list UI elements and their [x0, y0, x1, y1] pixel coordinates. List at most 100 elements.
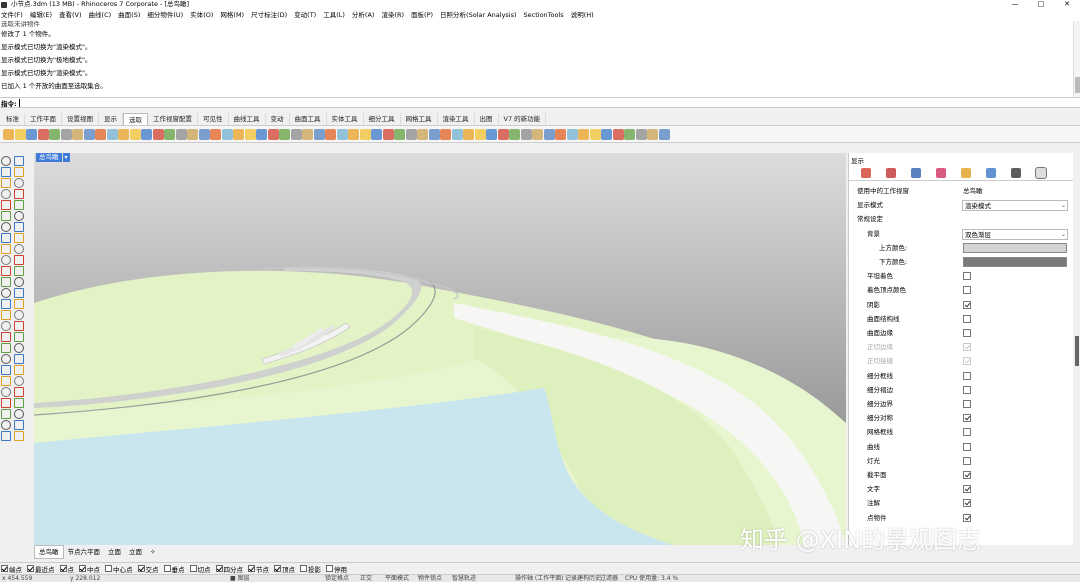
toolbar-tab[interactable]: 曲面工具 [290, 113, 327, 125]
select-tool-icon[interactable] [244, 129, 256, 140]
toolbox-icon[interactable] [1, 189, 11, 199]
osnap-checkbox[interactable] [300, 565, 307, 572]
toolbox-icon[interactable] [14, 387, 24, 397]
toolbox-icon[interactable] [1, 310, 11, 320]
menu-item[interactable]: 曲面(S) [118, 9, 140, 21]
toolbox-icon[interactable] [14, 156, 24, 166]
osnap-option[interactable]: 节点 [248, 564, 269, 574]
toolbox-icon[interactable] [1, 167, 11, 177]
select-tool-icon[interactable] [497, 129, 509, 140]
toolbox-icon[interactable] [14, 277, 24, 287]
viewport-tab[interactable]: 立面 [125, 546, 146, 558]
viewport-tab[interactable]: ✧ [146, 546, 159, 558]
toolbox-icon[interactable] [1, 211, 11, 221]
toolbox-icon[interactable] [14, 409, 24, 419]
toolbox-icon[interactable] [1, 431, 11, 441]
menu-item[interactable]: 网格(M) [220, 9, 244, 21]
osnap-option[interactable]: 交点 [137, 564, 159, 574]
color-wheel-icon[interactable] [861, 168, 871, 178]
panel-checkbox[interactable] [963, 442, 971, 451]
panel-checkbox[interactable] [963, 400, 971, 408]
status-item[interactable]: ■ 图层 [230, 575, 250, 582]
folder-icon[interactable] [961, 168, 971, 178]
toolbox-icon[interactable] [1, 222, 11, 232]
status-item[interactable]: 操作轴 (工作平面) [515, 575, 564, 582]
toolbar-tab[interactable]: 实体工具 [327, 113, 364, 125]
osnap-checkbox[interactable] [79, 565, 86, 572]
select-tool-icon[interactable] [198, 129, 210, 140]
toolbar-tab[interactable]: 显示 [99, 113, 123, 125]
toolbox-icon[interactable] [14, 266, 24, 276]
select-tool-icon[interactable] [118, 129, 129, 140]
osnap-checkbox[interactable] [105, 565, 112, 572]
panel-checkbox[interactable] [963, 286, 971, 295]
toolbox-icon[interactable] [1, 156, 11, 166]
select-tool-icon[interactable] [152, 129, 164, 140]
select-tool-icon[interactable] [417, 129, 428, 140]
toolbar-tab[interactable]: 工作视窗配置 [148, 113, 198, 125]
select-tool-icon[interactable] [382, 129, 394, 140]
menu-item[interactable]: 细分物件(U) [147, 9, 183, 21]
toolbox-icon[interactable] [1, 365, 11, 375]
panel-checkbox[interactable] [963, 456, 971, 465]
toolbox-icon[interactable] [1, 343, 11, 353]
toolbar-tab[interactable]: 细分工具 [364, 113, 401, 125]
osnap-option[interactable]: 端点 [1, 564, 22, 574]
toolbox-icon[interactable] [1, 255, 11, 265]
osnap-checkbox[interactable] [27, 565, 34, 572]
panel-scrollbar-thumb[interactable] [1075, 336, 1079, 366]
select-tool-icon[interactable] [267, 129, 279, 140]
panel-checkbox[interactable] [963, 485, 971, 494]
select-tool-icon[interactable] [440, 129, 451, 140]
select-tool-icon[interactable] [256, 129, 267, 140]
select-tool-icon[interactable] [83, 129, 95, 140]
osnap-checkbox[interactable] [59, 565, 67, 572]
toolbar-tab[interactable]: 网格工具 [401, 113, 438, 125]
status-item[interactable]: CPU 使用量: 3.4 % [625, 575, 678, 582]
select-tool-icon[interactable] [520, 129, 532, 140]
toolbox-icon[interactable] [14, 288, 24, 298]
color-swatch[interactable] [963, 257, 1067, 267]
perspective-viewport[interactable] [34, 153, 846, 545]
menu-item[interactable]: 文件(F) [1, 9, 23, 21]
select-tool-icon[interactable] [129, 129, 141, 140]
panel-checkbox[interactable] [963, 300, 971, 309]
toolbox-icon[interactable] [14, 431, 24, 441]
osnap-option[interactable]: 中心点 [105, 564, 133, 574]
select-tool-icon[interactable] [336, 129, 348, 140]
osnap-option[interactable]: 点 [59, 564, 74, 574]
scrollbar-thumb[interactable] [1075, 77, 1080, 93]
select-tool-icon[interactable] [141, 129, 152, 140]
material-icon[interactable] [886, 168, 896, 178]
toolbox-icon[interactable] [14, 222, 24, 232]
select-tool-icon[interactable] [578, 129, 589, 140]
panel-scrollbar[interactable] [1073, 153, 1080, 545]
status-item[interactable]: 过滤器 [600, 575, 618, 582]
toolbox-icon[interactable] [1, 266, 11, 276]
select-tool-icon[interactable] [451, 129, 463, 140]
select-tool-icon[interactable] [543, 129, 555, 140]
status-item[interactable]: 平面模式 [385, 575, 409, 582]
select-tool-icon[interactable] [359, 129, 371, 140]
menu-item[interactable]: 分析(A) [352, 9, 375, 21]
osnap-checkbox[interactable] [274, 565, 281, 572]
toolbar-tab[interactable]: 出图 [475, 113, 499, 125]
status-item[interactable]: 正交 [360, 575, 372, 582]
toolbox-icon[interactable] [1, 277, 11, 287]
osnap-checkbox[interactable] [248, 565, 255, 572]
toolbox-icon[interactable] [14, 233, 24, 243]
toolbox-icon[interactable] [14, 178, 24, 188]
toolbox-icon[interactable] [1, 354, 11, 364]
panel-checkbox[interactable] [963, 329, 971, 337]
toolbox-icon[interactable] [1, 398, 11, 408]
select-tool-icon[interactable] [658, 129, 670, 140]
menu-item[interactable]: 编辑(E) [30, 9, 52, 21]
panel-select[interactable]: 双色渐层 ⌄ [962, 228, 1068, 240]
toolbar-tab[interactable]: 标准 [1, 113, 25, 125]
select-tool-icon[interactable] [95, 129, 106, 140]
panel-checkbox[interactable] [963, 272, 971, 281]
toolbox-icon[interactable] [14, 310, 24, 320]
select-tool-icon[interactable] [555, 129, 566, 140]
osnap-checkbox[interactable] [137, 565, 145, 572]
select-tool-icon[interactable] [371, 129, 382, 140]
